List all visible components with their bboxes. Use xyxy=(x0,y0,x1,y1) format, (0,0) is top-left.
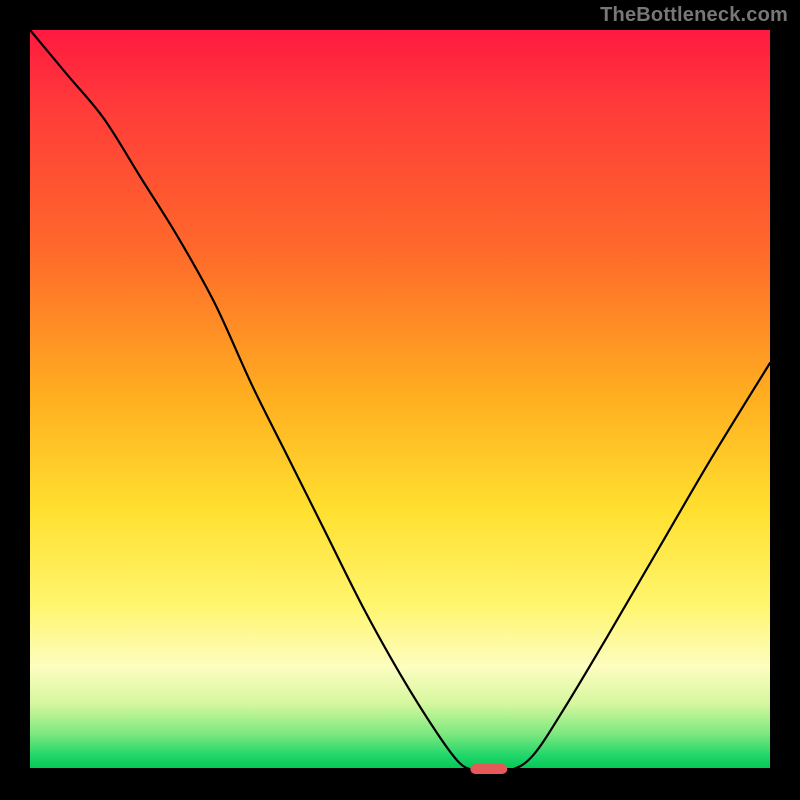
plot-area xyxy=(30,30,770,770)
chart-frame: TheBottleneck.com xyxy=(0,0,800,800)
curve-svg xyxy=(30,30,770,770)
watermark-text: TheBottleneck.com xyxy=(600,4,788,27)
bottleneck-curve xyxy=(30,30,770,771)
optimal-marker xyxy=(470,764,507,774)
